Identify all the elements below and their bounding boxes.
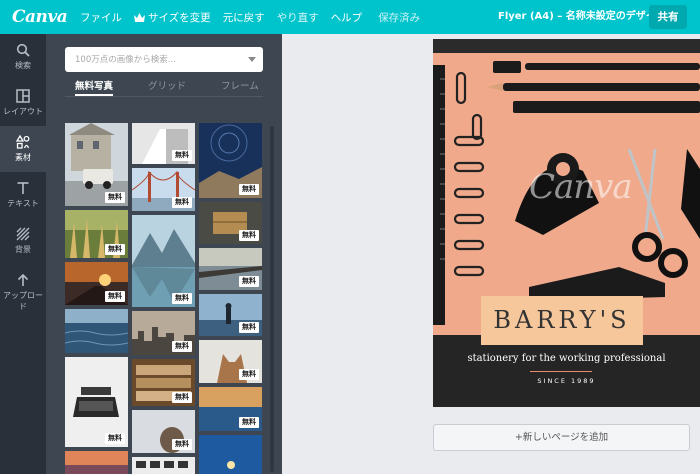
help-menu[interactable]: ヘルプ bbox=[325, 10, 369, 25]
photo-tile[interactable]: 無料 bbox=[132, 410, 195, 453]
ocean-photo bbox=[65, 309, 128, 353]
add-page-button[interactable]: +新しいページを追加 bbox=[433, 424, 690, 451]
share-button[interactable]: 共有 bbox=[649, 5, 687, 29]
top-bar: Canva ファイル サイズを変更 元に戻す やり直す ヘルプ 保存済み Fly… bbox=[0, 0, 700, 34]
free-badge: 無料 bbox=[239, 417, 259, 428]
tabs-divider bbox=[65, 96, 263, 97]
stationery-photo bbox=[433, 39, 700, 407]
calendar-photo bbox=[132, 457, 195, 474]
brand-name-text[interactable]: BARRY'S bbox=[481, 296, 643, 345]
free-badge: 無料 bbox=[239, 276, 259, 287]
panel-scrollbar[interactable] bbox=[266, 126, 278, 472]
chevron-down-icon[interactable] bbox=[248, 57, 256, 62]
photo-tile[interactable]: 無料 bbox=[132, 215, 195, 307]
photo-tile[interactable]: 無料 bbox=[199, 340, 262, 383]
image-search bbox=[65, 47, 263, 73]
night-lamp-photo bbox=[199, 435, 262, 474]
free-badge: 無料 bbox=[172, 439, 192, 450]
photo-tile[interactable]: 無料 bbox=[65, 357, 128, 447]
background-icon bbox=[16, 227, 30, 241]
text-icon bbox=[17, 182, 29, 194]
rail-label-upload: アップロード bbox=[3, 291, 43, 311]
free-badge: 無料 bbox=[172, 150, 192, 161]
rail-label-search: 検索 bbox=[15, 61, 31, 70]
free-badge: 無料 bbox=[105, 433, 125, 444]
photo-tile[interactable]: 無料 bbox=[132, 359, 195, 406]
rail-label-elements: 素材 bbox=[15, 153, 31, 162]
rail-item-background[interactable]: 背景 bbox=[0, 218, 46, 264]
resize-label: サイズを変更 bbox=[148, 11, 211, 24]
free-badge: 無料 bbox=[105, 192, 125, 203]
elements-icon bbox=[16, 135, 30, 149]
divider-line bbox=[530, 371, 592, 372]
tagline-text[interactable]: stationery for the working professional bbox=[433, 353, 700, 364]
photo-tile[interactable]: 無料 bbox=[199, 248, 262, 290]
free-badge: 無料 bbox=[239, 184, 259, 195]
rail-item-upload[interactable]: アップロード bbox=[0, 264, 46, 311]
active-tab-indicator bbox=[75, 94, 113, 96]
photo-tile[interactable]: 無料 bbox=[199, 123, 262, 198]
free-badge: 無料 bbox=[239, 369, 259, 380]
photo-tile[interactable]: 無料 bbox=[132, 123, 195, 164]
canva-logo[interactable]: Canva bbox=[12, 7, 74, 27]
since-text[interactable]: SINCE 1989 bbox=[433, 377, 700, 385]
left-rail: 検索 レイアウト 素材 テキスト 背景 アップロード bbox=[0, 34, 46, 474]
tab-free-photos[interactable]: 無料写真 bbox=[75, 78, 113, 92]
photo-tile[interactable]: 無料 bbox=[132, 168, 195, 211]
elements-panel: 無料写真 グリッド フレーム 無料 無料 bbox=[46, 34, 282, 474]
rail-label-background: 背景 bbox=[15, 245, 31, 254]
free-badge: 無料 bbox=[172, 341, 192, 352]
rail-label-text: テキスト bbox=[7, 199, 39, 208]
tab-grids[interactable]: グリッド bbox=[148, 78, 186, 92]
free-badge: 無料 bbox=[105, 244, 125, 255]
resize-button[interactable]: サイズを変更 bbox=[128, 10, 217, 25]
free-badge: 無料 bbox=[172, 392, 192, 403]
rail-label-layout: レイアウト bbox=[3, 107, 43, 116]
photo-tile[interactable] bbox=[132, 457, 195, 474]
canva-watermark: Canva bbox=[529, 167, 633, 207]
photo-tile[interactable]: 無料 bbox=[65, 210, 128, 258]
photo-tile[interactable] bbox=[199, 435, 262, 474]
save-status: 保存済み bbox=[378, 11, 421, 24]
rail-item-search[interactable]: 検索 bbox=[0, 34, 46, 80]
photo-tile[interactable]: 無料 bbox=[199, 202, 262, 244]
dusk-sky-photo bbox=[65, 451, 128, 474]
upload-icon bbox=[17, 273, 29, 286]
photo-tile[interactable]: 無料 bbox=[65, 262, 128, 305]
undo-button[interactable]: 元に戻す bbox=[217, 10, 271, 25]
rail-item-layout[interactable]: レイアウト bbox=[0, 80, 46, 126]
photo-tile[interactable]: 無料 bbox=[132, 311, 195, 355]
photo-tile[interactable] bbox=[65, 451, 128, 474]
panel-tabs: 無料写真 グリッド フレーム bbox=[65, 78, 263, 100]
file-menu[interactable]: ファイル bbox=[74, 10, 128, 25]
search-icon bbox=[16, 43, 30, 57]
free-badge: 無料 bbox=[239, 230, 259, 241]
crown-icon bbox=[134, 12, 145, 22]
free-badge: 無料 bbox=[172, 293, 192, 304]
free-badge: 無料 bbox=[105, 291, 125, 302]
rail-item-elements[interactable]: 素材 bbox=[0, 126, 46, 172]
photo-tile[interactable] bbox=[65, 309, 128, 353]
top-menu: ファイル サイズを変更 元に戻す やり直す ヘルプ 保存済み bbox=[74, 10, 426, 25]
redo-button[interactable]: やり直す bbox=[271, 10, 325, 25]
free-badge: 無料 bbox=[172, 197, 192, 208]
document-title[interactable]: Flyer (A4) – 名称未設定のデザイン bbox=[498, 0, 666, 34]
free-badge: 無料 bbox=[239, 322, 259, 333]
rail-item-text[interactable]: テキスト bbox=[0, 172, 46, 218]
photo-tile[interactable]: 無料 bbox=[199, 387, 262, 431]
tab-frames[interactable]: フレーム bbox=[221, 78, 259, 92]
layout-icon bbox=[16, 89, 30, 103]
photo-tile[interactable]: 無料 bbox=[199, 294, 262, 336]
flyer-page[interactable]: Canva BARRY'S stationery for the working… bbox=[433, 39, 700, 407]
image-search-input[interactable] bbox=[65, 47, 245, 73]
photo-tile[interactable]: 無料 bbox=[65, 123, 128, 206]
